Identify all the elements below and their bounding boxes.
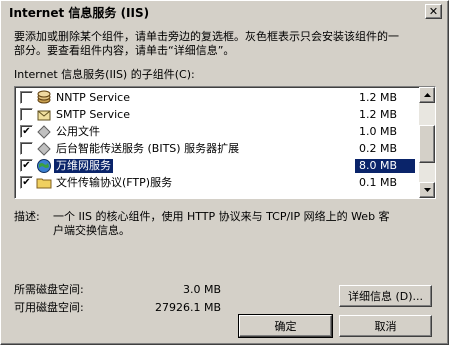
close-icon: ✕: [428, 5, 439, 18]
ok-button[interactable]: 确定: [238, 314, 333, 338]
list-item[interactable]: NNTP Service 1.2 MB: [17, 89, 417, 106]
mail-service-icon: [37, 110, 51, 120]
checkbox[interactable]: ✔: [20, 159, 33, 172]
component-size: 0.2 MB: [359, 141, 398, 155]
news-service-icon: [37, 90, 51, 103]
window-title: Internet 信息服务 (IIS): [9, 6, 150, 20]
description-label: 描述:: [14, 210, 40, 223]
description-line-2: 户端交换信息。: [53, 224, 130, 237]
required-space-value: 3.0 MB: [182, 283, 221, 296]
component-name: 文件传输协议(FTP)服务: [56, 175, 173, 189]
component-name: 万维网服务: [54, 158, 113, 173]
scroll-down-button[interactable]: [419, 182, 435, 198]
component-name: NNTP Service: [56, 90, 130, 104]
component-size: 8.0 MB: [355, 158, 415, 173]
subcomponents-label: Internet 信息服务(IIS) 的子组件(C):: [14, 68, 195, 81]
arrow-down-icon: [423, 188, 431, 192]
component-size: 1.2 MB: [359, 90, 398, 104]
available-space-value: 27926.1 MB: [154, 301, 221, 314]
list-item[interactable]: ✔ 文件传输协议(FTP)服务 0.1 MB: [17, 174, 417, 191]
details-button-label: 详细信息 (D)...: [347, 290, 424, 303]
list-item-selected[interactable]: ✔ 万维网服务 8.0 MB: [17, 157, 417, 174]
close-button[interactable]: ✕: [425, 4, 442, 19]
details-button[interactable]: 详细信息 (D)...: [339, 285, 432, 307]
component-icon: [37, 141, 51, 156]
ok-button-label: 确定: [274, 320, 297, 333]
globe-icon: [37, 158, 51, 173]
checkbox[interactable]: [20, 142, 33, 155]
component-size: 1.2 MB: [359, 107, 398, 121]
list-item[interactable]: ✔ 公用文件 1.0 MB: [17, 123, 417, 140]
arrow-up-icon: [423, 93, 431, 97]
component-name: SMTP Service: [56, 107, 130, 121]
instructions-text: 要添加或删除某个组件，请单击旁边的复选框。灰色框表示只会安装该组件的一 部分。要…: [14, 30, 444, 58]
subcomponents-list[interactable]: NNTP Service 1.2 MB SMTP Service 1.2 MB …: [14, 86, 436, 199]
checkbox[interactable]: ✔: [20, 176, 33, 189]
checkbox[interactable]: [20, 91, 33, 104]
checkbox[interactable]: ✔: [20, 125, 33, 138]
vertical-scrollbar[interactable]: [419, 87, 435, 198]
description-line-1: 一个 IIS 的核心组件，使用 HTTP 协议来与 TCP/IP 网络上的 We…: [53, 210, 390, 223]
description-text: 一个 IIS 的核心组件，使用 HTTP 协议来与 TCP/IP 网络上的 We…: [53, 210, 443, 238]
available-space-label: 可用磁盘空间:: [14, 301, 84, 314]
cancel-button[interactable]: 取消: [339, 315, 432, 337]
component-size: 1.0 MB: [359, 124, 398, 138]
required-space-label: 所需磁盘空间:: [14, 283, 84, 296]
scroll-thumb[interactable]: [419, 125, 435, 163]
cancel-button-label: 取消: [374, 320, 397, 333]
component-size: 0.1 MB: [359, 175, 398, 189]
instructions-line-1: 要添加或删除某个组件，请单击旁边的复选框。灰色框表示只会安装该组件的一: [14, 30, 399, 43]
component-icon: [37, 124, 51, 139]
folder-icon: [36, 178, 52, 188]
list-item[interactable]: 后台智能传送服务 (BITS) 服务器扩展 0.2 MB: [17, 140, 417, 157]
checkbox[interactable]: [20, 108, 33, 121]
scroll-up-button[interactable]: [419, 87, 435, 103]
component-name: 公用文件: [56, 124, 100, 138]
component-name: 后台智能传送服务 (BITS) 服务器扩展: [56, 141, 240, 155]
list-item[interactable]: SMTP Service 1.2 MB: [17, 106, 417, 123]
title-bar: Internet 信息服务 (IIS) ✕: [3, 3, 446, 22]
instructions-line-2: 部分。要查看组件内容，请单击“详细信息”。: [14, 44, 235, 57]
iis-dialog: Internet 信息服务 (IIS) ✕ 要添加或删除某个组件，请单击旁边的复…: [0, 0, 449, 345]
